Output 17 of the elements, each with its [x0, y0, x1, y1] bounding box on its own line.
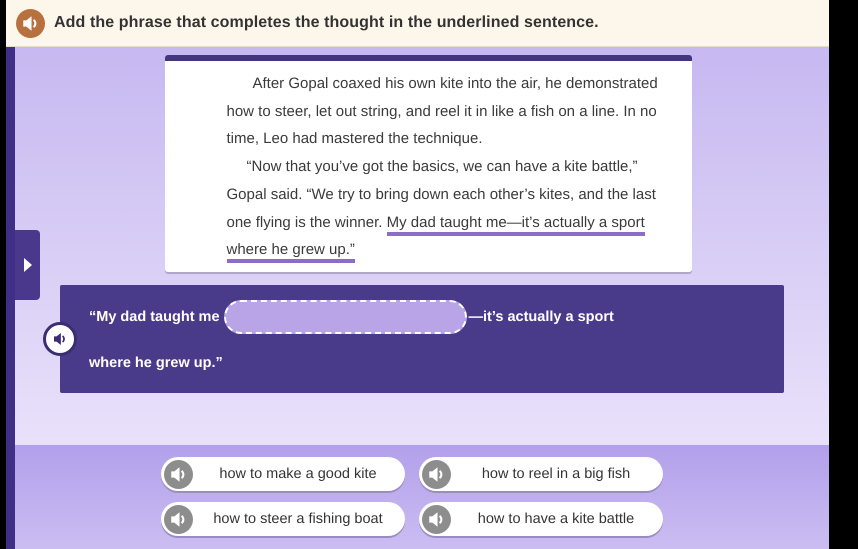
speaker-icon	[422, 460, 451, 488]
triangle-right-icon	[22, 257, 32, 273]
speaker-icon	[422, 504, 451, 534]
instruction-text: Add the phrase that completes the thought in the underlined sentence.	[54, 14, 599, 32]
answer-choice[interactable]: how to have a kite battle	[419, 502, 663, 536]
answer-choice[interactable]: how to make a good kite	[161, 457, 405, 491]
passage-paragraph: After Gopal coaxed his own kite into the air, he demonstrated how to steer, let out string, and reel it in like a fish on a line. In no time, Leo had mastered the technique.	[226, 74, 659, 150]
answer-choice[interactable]: how to reel in a big fish	[419, 457, 663, 491]
expand-tab[interactable]	[15, 230, 40, 300]
speaker-button[interactable]	[43, 322, 77, 356]
answer-blank[interactable]	[224, 300, 467, 334]
speaker-icon	[164, 460, 193, 488]
speaker-icon	[164, 504, 193, 534]
passage-paragraph: “Now that you’ve got the basics, we can have a kite battle,” Gopal said. “We try to bring down each other’s kites, and the last one flying is the winner. My dad taught me—it’s actually a sport where he grew up.”	[226, 153, 672, 264]
answer-choice[interactable]: how to steer a fishing boat	[161, 502, 405, 536]
speaker-icon	[16, 8, 45, 38]
sentence-text: “My dad taught me —it’s actually a sport where he grew up.”	[89, 294, 659, 386]
